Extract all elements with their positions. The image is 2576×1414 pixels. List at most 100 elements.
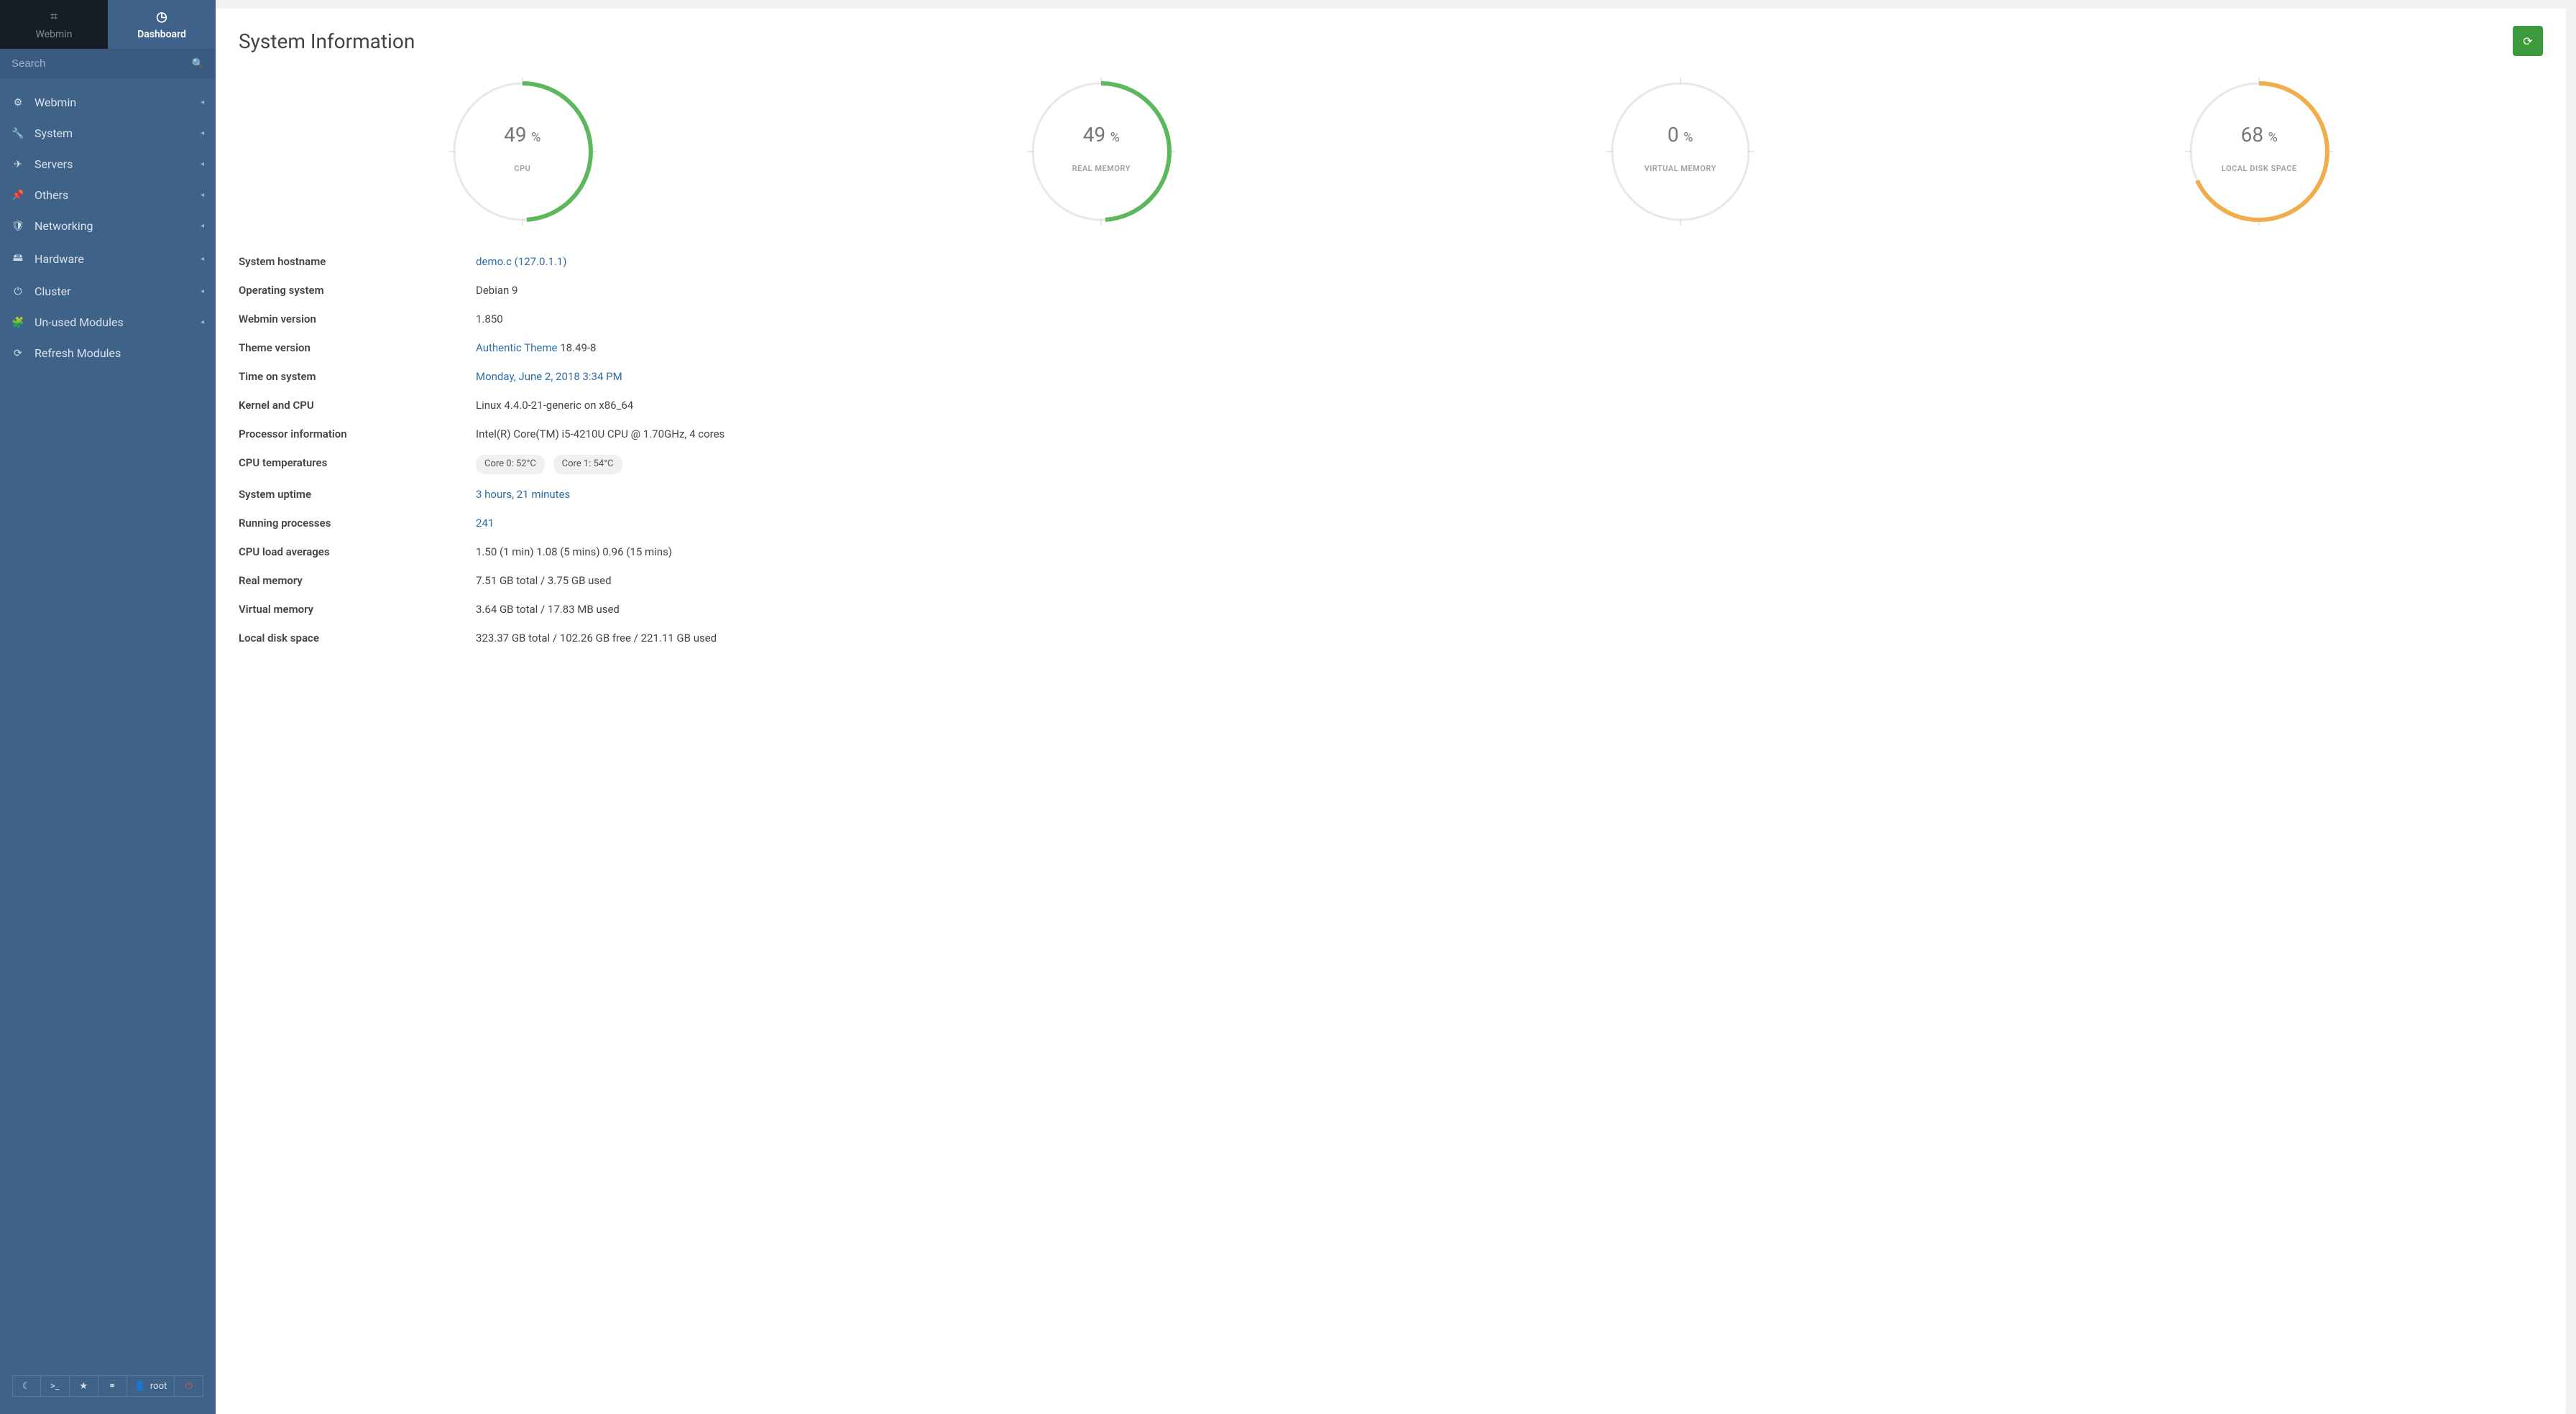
value-temps: Core 0: 52°C Core 1: 54°C: [476, 454, 628, 474]
label-virtual-memory: Virtual memory: [239, 601, 476, 618]
chevron-left-icon: ◂: [201, 160, 204, 168]
search-wrap: 🔍: [0, 49, 216, 78]
terminal-icon: >_: [50, 1381, 60, 1392]
user-button[interactable]: 👤 root: [127, 1375, 175, 1397]
gauge-value: 68 %: [2241, 123, 2278, 147]
row-time: Time on system Monday, June 2, 2018 3:34…: [239, 362, 2543, 391]
share-button[interactable]: ⚭: [98, 1375, 127, 1397]
temp-badge-core1: Core 1: 54°C: [553, 455, 622, 474]
label-load: CPU load averages: [239, 543, 476, 560]
value-processor: Intel(R) Core(TM) i5-4210U CPU @ 1.70GHz…: [476, 425, 724, 443]
main: System Information ⟳ 49 %CPU49 %REAL MEM…: [216, 0, 2576, 1414]
webmin-icon: ⌗: [50, 9, 58, 24]
chevron-left-icon: ◂: [201, 287, 204, 295]
label-uptime: System uptime: [239, 486, 476, 503]
row-disk: Local disk space 323.37 GB total / 102.2…: [239, 624, 2543, 652]
row-temps: CPU temperatures Core 0: 52°C Core 1: 54…: [239, 448, 2543, 480]
night-mode-button[interactable]: ☾: [12, 1375, 41, 1397]
sidebar-item-hardware[interactable]: 🖴 Hardware ◂: [0, 241, 216, 276]
nav-label: Servers: [34, 157, 73, 171]
value-load: 1.50 (1 min) 1.08 (5 mins) 0.96 (15 mins…: [476, 543, 672, 560]
label-hostname: System hostname: [239, 253, 476, 270]
gauge-cpu: 49 % CPU: [447, 76, 598, 227]
sidebar-item-refresh-modules[interactable]: ⟳Refresh Modules: [0, 338, 216, 369]
value-time[interactable]: Monday, June 2, 2018 3:34 PM: [476, 368, 622, 385]
sidebar-item-system[interactable]: 🔧System◂: [0, 118, 216, 149]
main-scroll[interactable]: System Information ⟳ 49 %CPU49 %REAL MEM…: [216, 9, 2566, 1414]
sidebar-item-un-used-modules[interactable]: 🧩Un-used Modules◂: [0, 307, 216, 338]
label-temps: CPU temperatures: [239, 454, 476, 474]
value-hostname[interactable]: demo.c (127.0.1.1): [476, 253, 566, 270]
nav-icon: ⚙: [12, 97, 24, 108]
refresh-icon: ⟳: [2523, 34, 2532, 48]
user-label: root: [150, 1381, 167, 1392]
tab-dashboard[interactable]: ◷ Dashboard: [108, 0, 216, 49]
gauge-label: LOCAL DISK SPACE: [2222, 164, 2297, 173]
temp-badge-core0: Core 0: 52°C: [476, 455, 545, 474]
label-processes: Running processes: [239, 514, 476, 532]
value-kernel: Linux 4.4.0-21-generic on x86_64: [476, 397, 633, 414]
label-os: Operating system: [239, 282, 476, 299]
nav-icon: 📌: [12, 190, 24, 201]
sidebar-tabs: ⌗ Webmin ◷ Dashboard: [0, 0, 216, 49]
terminal-button[interactable]: >_: [41, 1375, 70, 1397]
chevron-left-icon: ◂: [201, 222, 204, 230]
search-icon[interactable]: 🔍: [192, 58, 204, 70]
chevron-left-icon: ◂: [201, 191, 204, 199]
chevron-left-icon: ◂: [201, 98, 204, 106]
gauge-virtual-memory: 0 % VIRTUAL MEMORY: [1605, 76, 1756, 227]
nav-label: Cluster: [34, 285, 71, 298]
dashboard-icon: ◷: [156, 9, 167, 24]
gauge-local-disk-space: 68 % LOCAL DISK SPACE: [2184, 76, 2334, 227]
label-webmin-version: Webmin version: [239, 310, 476, 328]
row-processor: Processor information Intel(R) Core(TM) …: [239, 420, 2543, 448]
share-icon: ⚭: [109, 1381, 116, 1392]
row-kernel: Kernel and CPU Linux 4.4.0-21-generic on…: [239, 391, 2543, 420]
theme-link[interactable]: Authentic Theme: [476, 341, 558, 354]
sidebar-footer: ☾ >_ ★ ⚭ 👤 root ⏻: [0, 1364, 216, 1414]
page-header: System Information ⟳: [239, 26, 2543, 56]
search-input[interactable]: [0, 49, 216, 78]
label-theme: Theme version: [239, 339, 476, 356]
page-title: System Information: [239, 29, 415, 53]
sidebar-item-networking[interactable]: 🛡Networking◂: [0, 211, 216, 241]
row-theme: Theme version Authentic Theme 18.49-8: [239, 333, 2543, 362]
gauges-row: 49 %CPU49 %REAL MEMORY0 %VIRTUAL MEMORY6…: [239, 76, 2543, 227]
nav-label: Networking: [34, 219, 93, 233]
tab-webmin-label: Webmin: [36, 29, 73, 40]
info-table: System hostname demo.c (127.0.1.1) Opera…: [239, 247, 2543, 652]
refresh-button[interactable]: ⟳: [2513, 26, 2543, 56]
nav-icon: 🖴: [12, 250, 24, 267]
row-hostname: System hostname demo.c (127.0.1.1): [239, 247, 2543, 276]
nav-icon: ⟳: [12, 348, 24, 359]
gauge-value: 0 %: [1668, 123, 1693, 147]
nav-icon: 🔧: [12, 128, 24, 139]
value-processes[interactable]: 241: [476, 514, 494, 532]
value-uptime[interactable]: 3 hours, 21 minutes: [476, 486, 570, 503]
user-icon: 👤: [134, 1381, 146, 1392]
logout-button[interactable]: ⏻: [175, 1375, 203, 1397]
theme-rest: 18.49-8: [558, 341, 597, 354]
chevron-left-icon: ◂: [201, 255, 204, 263]
gauge-value: 49 %: [504, 123, 540, 147]
nav-label: System: [34, 126, 73, 140]
nav-icon: 🧩: [12, 317, 24, 328]
sidebar-item-servers[interactable]: ✈Servers◂: [0, 149, 216, 180]
gauge-label: CPU: [514, 164, 530, 173]
gauge-label: VIRTUAL MEMORY: [1644, 164, 1716, 173]
sidebar-item-webmin[interactable]: ⚙ Webmin ◂: [0, 87, 216, 118]
label-processor: Processor information: [239, 425, 476, 443]
sidebar-item-others[interactable]: 📌Others◂: [0, 180, 216, 211]
row-processes: Running processes 241: [239, 509, 2543, 537]
sidebar-item-cluster[interactable]: ⏻ Cluster ◂: [0, 276, 216, 307]
value-virtual-memory: 3.64 GB total / 17.83 MB used: [476, 601, 620, 618]
nav-label: Webmin: [34, 96, 76, 109]
tab-webmin[interactable]: ⌗ Webmin: [0, 0, 108, 49]
nav-label: Hardware: [34, 252, 84, 266]
label-real-memory: Real memory: [239, 572, 476, 589]
favorites-button[interactable]: ★: [70, 1375, 98, 1397]
nav-icon: ⏻: [12, 286, 24, 297]
value-os: Debian 9: [476, 282, 518, 299]
label-kernel: Kernel and CPU: [239, 397, 476, 414]
value-webmin-version: 1.850: [476, 310, 503, 328]
